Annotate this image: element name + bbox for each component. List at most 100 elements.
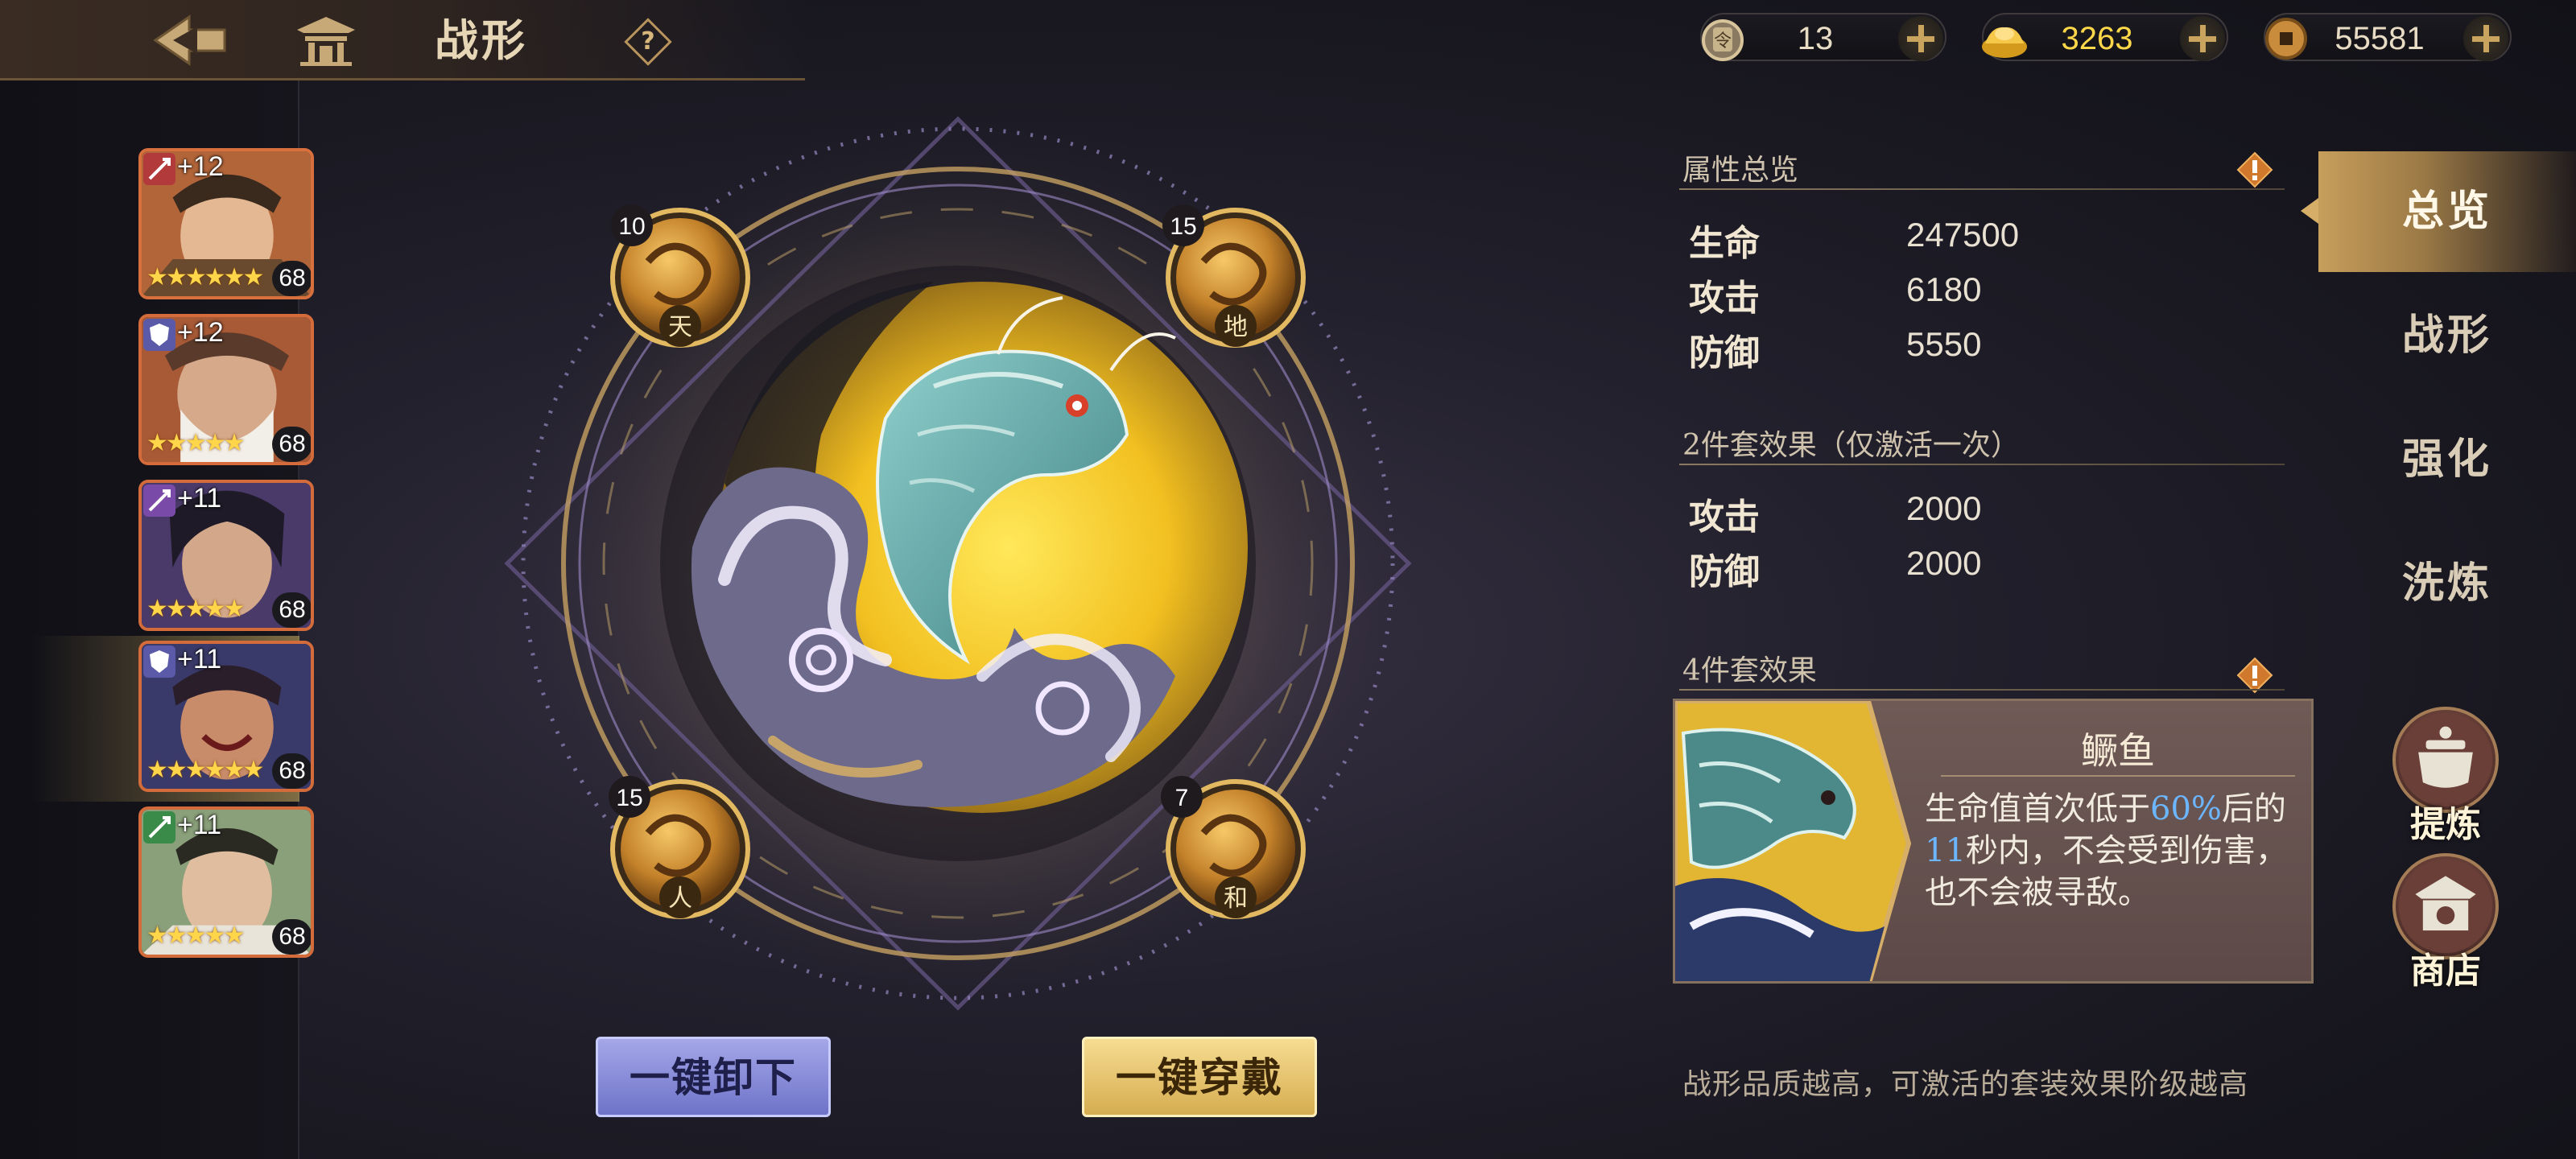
tab-refine[interactable]: 洗炼 bbox=[2318, 523, 2576, 644]
desc-text: 后的 bbox=[2221, 790, 2286, 827]
add-token-button[interactable] bbox=[1898, 16, 1943, 61]
slot-glyph: 和 bbox=[1224, 885, 1248, 913]
svg-text:令: 令 bbox=[1714, 31, 1732, 52]
currency-coin: 55581 bbox=[2264, 13, 2512, 61]
desc-text: 秒内，不会受到伤害，也不会被寻敌。 bbox=[1925, 832, 2288, 911]
carp-orb bbox=[660, 266, 1256, 861]
set2-section-title: 2件套效果（仅激活一次） bbox=[1682, 429, 2020, 462]
stat-value: 5550 bbox=[1906, 325, 1982, 363]
hero-enhance-level: +11 bbox=[177, 483, 222, 514]
spear-class-icon bbox=[143, 811, 175, 843]
stat-row: 攻击 2000 bbox=[1689, 488, 2172, 538]
hero-stars: ★★★★★ bbox=[147, 922, 245, 950]
ingot-count: 3263 bbox=[2061, 21, 2133, 56]
page-title: 战形 bbox=[435, 14, 528, 66]
back-arrow-icon bbox=[153, 14, 226, 66]
currency-ingot: 3263 bbox=[1982, 13, 2228, 61]
stat-label: 攻击 bbox=[1689, 497, 1760, 538]
spear-class-icon bbox=[143, 153, 175, 185]
hero-slot-selected[interactable]: +11 ★★★★★★ 68 bbox=[32, 636, 314, 802]
hero-slot[interactable]: +12 ★★★★★★ 68 bbox=[32, 148, 314, 309]
stat-row: 防御 2000 bbox=[1689, 542, 2172, 592]
hero-stars: ★★★★★ bbox=[147, 429, 245, 457]
hero-card[interactable]: +12 ★★★★★ 68 bbox=[138, 314, 314, 465]
help-question-mark: ? bbox=[641, 27, 655, 56]
hero-slot[interactable]: +12 ★★★★★ 68 bbox=[32, 314, 314, 475]
hero-stars: ★★★★★ bbox=[147, 595, 245, 623]
hero-card[interactable]: +11 ★★★★★★ 68 bbox=[138, 641, 314, 792]
slot-level: 15 bbox=[616, 785, 642, 811]
equip-all-button[interactable]: 一键穿戴 bbox=[1082, 1037, 1317, 1117]
hero-enhance-level: +11 bbox=[177, 644, 222, 674]
carp-art-icon bbox=[1675, 701, 1912, 981]
set4-section-title: 4件套效果 bbox=[1682, 654, 1817, 687]
hero-enhance-level: +11 bbox=[177, 810, 222, 840]
slot-glyph: 地 bbox=[1224, 313, 1248, 341]
set-name: 鳜鱼 bbox=[2081, 729, 2155, 773]
alert-icon[interactable] bbox=[2236, 151, 2273, 188]
formation-wheel: 天 10 地 15 人 15 和 7 bbox=[504, 113, 1412, 1014]
currency-token: 令 13 bbox=[1700, 13, 1946, 61]
stat-label: 防御 bbox=[1689, 551, 1760, 592]
stat-value: 247500 bbox=[1906, 216, 2020, 254]
stat-label: 防御 bbox=[1689, 332, 1760, 373]
set-description: 生命值首次低于60%后的 11秒内，不会受到伤害，也不会被寻敌。 bbox=[1925, 788, 2303, 914]
hero-slot[interactable]: +11 ★★★★★ 68 bbox=[32, 806, 314, 967]
slot-level: 15 bbox=[1170, 213, 1196, 240]
slot-glyph: 人 bbox=[668, 885, 692, 913]
hero-slot[interactable]: +11 ★★★★★ 68 bbox=[32, 480, 314, 641]
extract-label: 提炼 bbox=[2410, 804, 2481, 845]
back-button[interactable] bbox=[145, 11, 233, 69]
spear-class-icon bbox=[143, 485, 175, 517]
stat-label: 生命 bbox=[1689, 223, 1760, 264]
hero-roster: +12 ★★★★★★ 68 +12 ★★★★★ 68 +11 ★★★★★ 68 … bbox=[0, 80, 314, 1159]
hero-card[interactable]: +11 ★★★★★ 68 bbox=[138, 806, 314, 958]
hero-card[interactable]: +12 ★★★★★★ 68 bbox=[138, 148, 314, 299]
add-coin-button[interactable] bbox=[2463, 16, 2508, 61]
copper-coin-icon bbox=[2265, 18, 2307, 60]
help-button[interactable]: ? bbox=[624, 18, 672, 66]
top-bar: 战形 ? 令 13 3263 55581 bbox=[0, 0, 2576, 80]
desc-percent: 60% bbox=[2150, 790, 2222, 827]
desc-seconds: 11 bbox=[1925, 832, 1966, 869]
hero-level-number: 68 bbox=[272, 753, 311, 789]
palace-icon bbox=[297, 17, 355, 66]
section-divider bbox=[1679, 188, 2285, 190]
tab-formation[interactable]: 战形 bbox=[2318, 275, 2576, 396]
stat-row: 生命 247500 bbox=[1689, 214, 2172, 264]
desc-text: 生命值首次低于 bbox=[1925, 790, 2150, 827]
slot-glyph: 天 bbox=[668, 313, 692, 341]
overview-section-title: 属性总览 bbox=[1682, 154, 1799, 187]
set-effect-card: 鳜鱼 生命值首次低于60%后的 11秒内，不会受到伤害，也不会被寻敌。 bbox=[1673, 699, 2314, 984]
home-button[interactable] bbox=[290, 11, 362, 69]
section-divider bbox=[1679, 689, 2285, 691]
stat-value: 2000 bbox=[1906, 489, 1982, 527]
extract-button[interactable]: 提炼 bbox=[2389, 707, 2502, 852]
unequip-all-button[interactable]: 一键卸下 bbox=[596, 1037, 831, 1117]
tab-enhance[interactable]: 强化 bbox=[2318, 399, 2576, 520]
hero-card[interactable]: +11 ★★★★★ 68 bbox=[138, 480, 314, 631]
title-plate bbox=[0, 0, 805, 80]
coin-count: 55581 bbox=[2334, 21, 2425, 56]
side-tabs: 总览 战形 强化 洗炼 提炼 商店 bbox=[2301, 151, 2576, 992]
hero-level-number: 68 bbox=[272, 427, 311, 462]
shop-button[interactable]: 商店 bbox=[2389, 853, 2502, 998]
quality-footnote: 战形品质越高，可激活的套装效果阶级越高 bbox=[1682, 1068, 2249, 1101]
shield-class-icon bbox=[143, 319, 175, 351]
gold-ingot-icon bbox=[1982, 27, 2027, 58]
add-ingot-button[interactable] bbox=[2180, 16, 2225, 61]
slot-level: 7 bbox=[1175, 785, 1189, 811]
hero-stars: ★★★★★★ bbox=[147, 263, 264, 291]
hero-level-number: 68 bbox=[272, 592, 311, 628]
section-divider bbox=[1679, 464, 2285, 465]
hero-level-number: 68 bbox=[272, 919, 311, 955]
hero-enhance-level: +12 bbox=[177, 317, 224, 348]
token-icon: 令 bbox=[1702, 19, 1744, 61]
stat-value: 2000 bbox=[1906, 544, 1982, 582]
shop-label: 商店 bbox=[2410, 951, 2481, 992]
tab-overview[interactable]: 总览 bbox=[2301, 151, 2576, 272]
set-name-divider bbox=[1941, 775, 2295, 777]
stat-label: 攻击 bbox=[1689, 278, 1760, 319]
hero-enhance-level: +12 bbox=[177, 151, 224, 182]
formation-slot-ren[interactable]: 人 15 bbox=[609, 776, 750, 919]
